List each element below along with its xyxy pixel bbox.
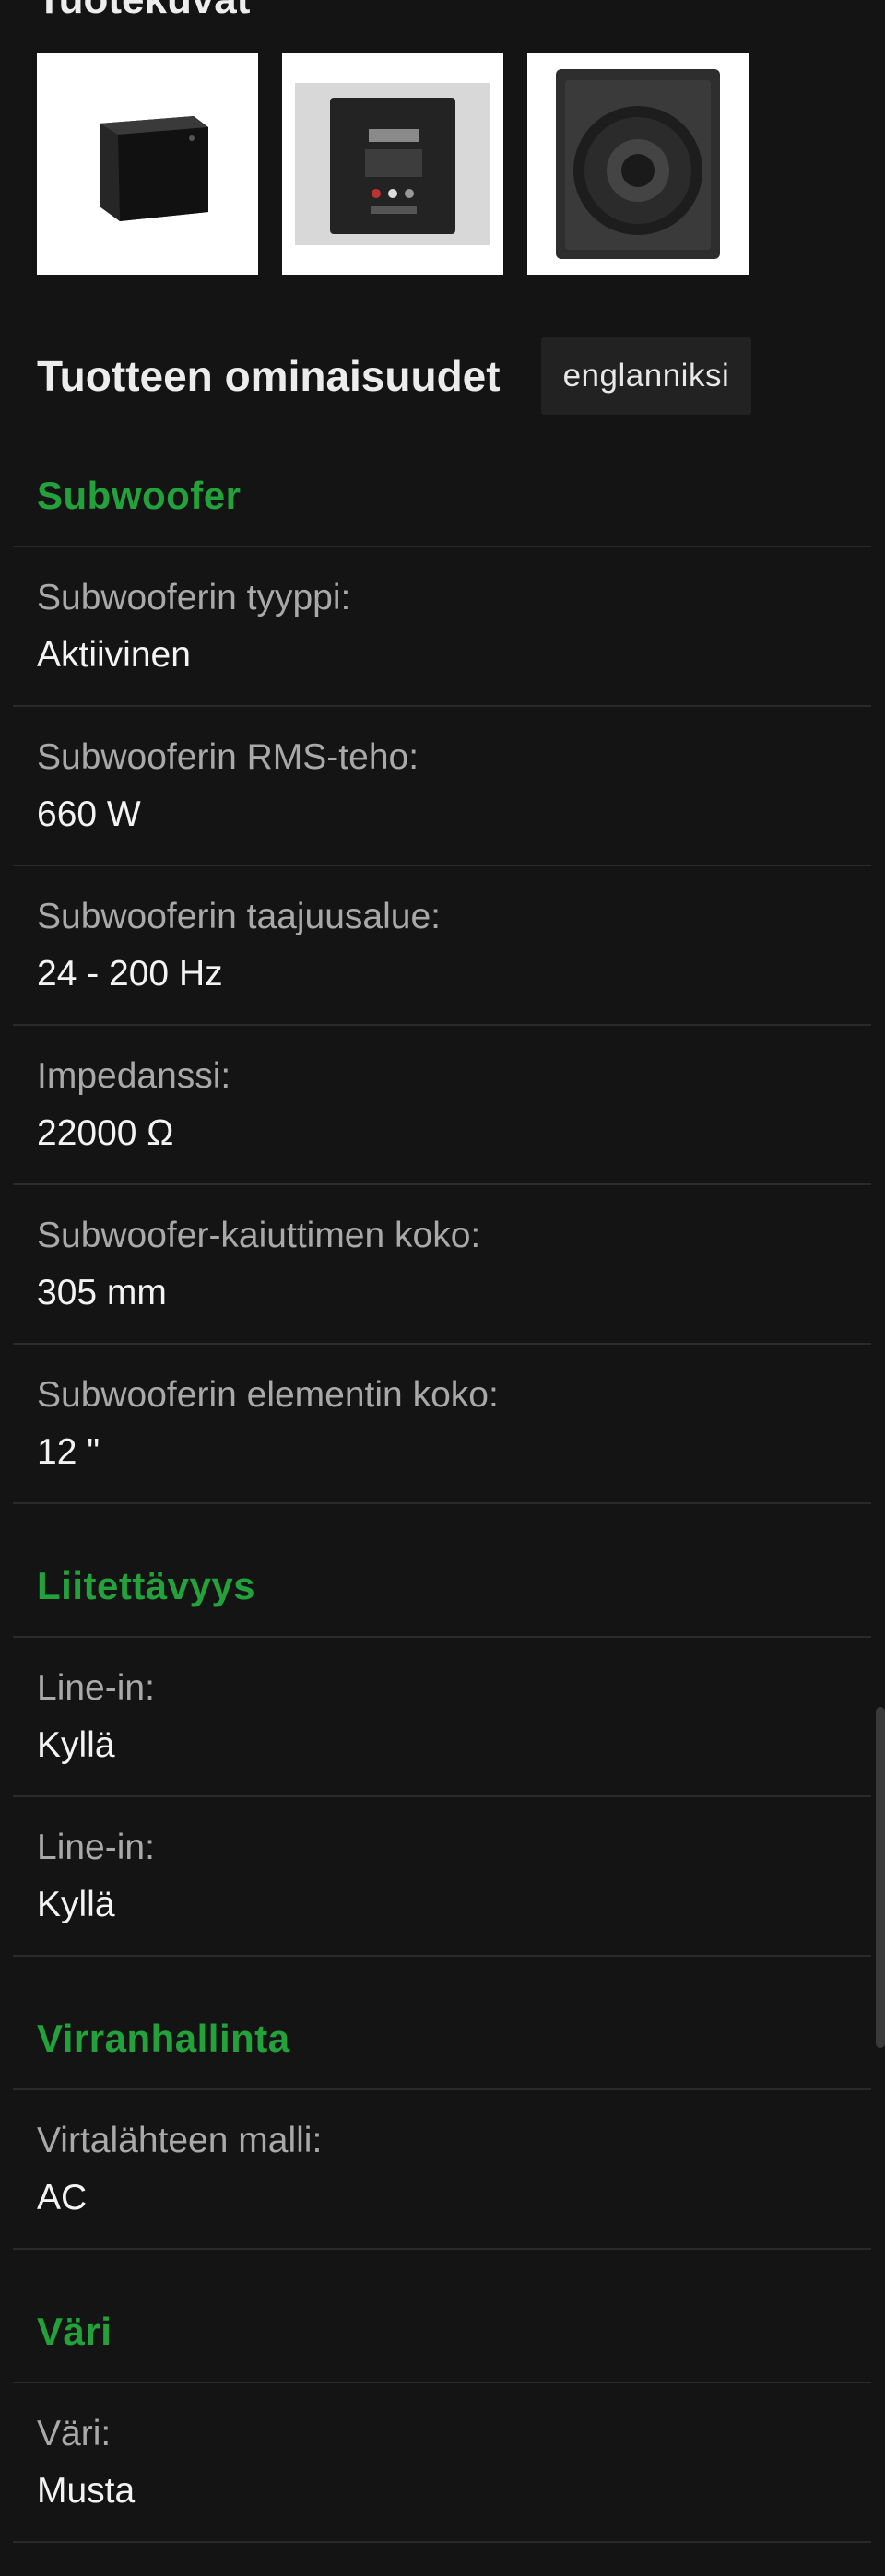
spec-value: 24 - 200 Hz [37,953,223,994]
product-thumbnail-rear[interactable] [282,53,503,275]
spec-label: Line-in: [37,1827,155,1867]
spec-row: Väri: Musta [13,2383,871,2543]
spec-label: Virtalähteen malli: [37,2120,323,2160]
spec-value: Kyllä [37,1724,115,1765]
section-title: Subwoofer [37,474,242,517]
section-header-power: Virranhallinta [13,1989,871,2090]
product-image-gallery [37,53,749,275]
subwoofer-rear-image [295,83,490,245]
product-thumbnail-driver[interactable] [527,53,749,275]
spec-value: Aktiivinen [37,634,191,675]
spec-label: Väri: [37,2413,112,2453]
product-spec-page: Tuotekuvat [0,0,885,2576]
spec-row: Subwooferin RMS-teho: 660 W [13,707,871,866]
spec-value: 22000 Ω [37,1112,174,1153]
spec-label: Line-in: [37,1667,155,1708]
page-scrollbar[interactable] [876,1707,885,2048]
section-title: Virranhallinta [37,2017,290,2060]
section-title: Liitettävyys [37,1564,256,1607]
spec-list: Subwoofer Subwooferin tyyppi: Aktiivinen… [13,446,871,2543]
spec-label: Subwooferin taajuusalue: [37,896,441,936]
spec-value: Kyllä [37,1884,115,1924]
features-title: Tuotteen ominaisuudet [37,352,501,400]
spec-row: Subwooferin tyyppi: Aktiivinen [13,547,871,707]
spec-row: Impedanssi: 22000 Ω [13,1026,871,1185]
spec-value: AC [37,2177,88,2217]
spec-value: 12 " [37,1431,100,1472]
spec-row: Line-in: Kyllä [13,1638,871,1797]
spec-row: Line-in: Kyllä [13,1797,871,1957]
section-header-color: Väri [13,2282,871,2383]
spec-row: Subwooferin elementin koko: 12 " [13,1345,871,1504]
subwoofer-driver-image [556,69,720,259]
show-in-english-button[interactable]: englanniksi [540,337,752,415]
section-header-connectivity: Liitettävyys [13,1536,871,1638]
spec-row: Virtalähteen malli: AC [13,2090,871,2250]
spec-row: Subwoofer-kaiuttimen koko: 305 mm [13,1185,871,1345]
spec-label: Subwooferin tyyppi: [37,577,351,618]
section-title: Väri [37,2310,112,2353]
spec-label: Impedanssi: [37,1055,231,1096]
spec-value: 660 W [37,794,141,834]
spec-label: Subwoofer-kaiuttimen koko: [37,1215,481,1255]
spec-row: Subwooferin taajuusalue: 24 - 200 Hz [13,866,871,1026]
product-images-title: Tuotekuvat [37,0,250,26]
product-thumbnail-front[interactable] [37,53,258,275]
spec-value: 305 mm [37,1272,167,1312]
spec-value: Musta [37,2470,136,2511]
features-header: Tuotteen ominaisuudet englanniksi [37,337,830,415]
section-header-subwoofer: Subwoofer [13,446,871,547]
subwoofer-front-image [100,116,208,221]
spec-label: Subwooferin elementin koko: [37,1374,499,1415]
spec-label: Subwooferin RMS-teho: [37,736,419,777]
